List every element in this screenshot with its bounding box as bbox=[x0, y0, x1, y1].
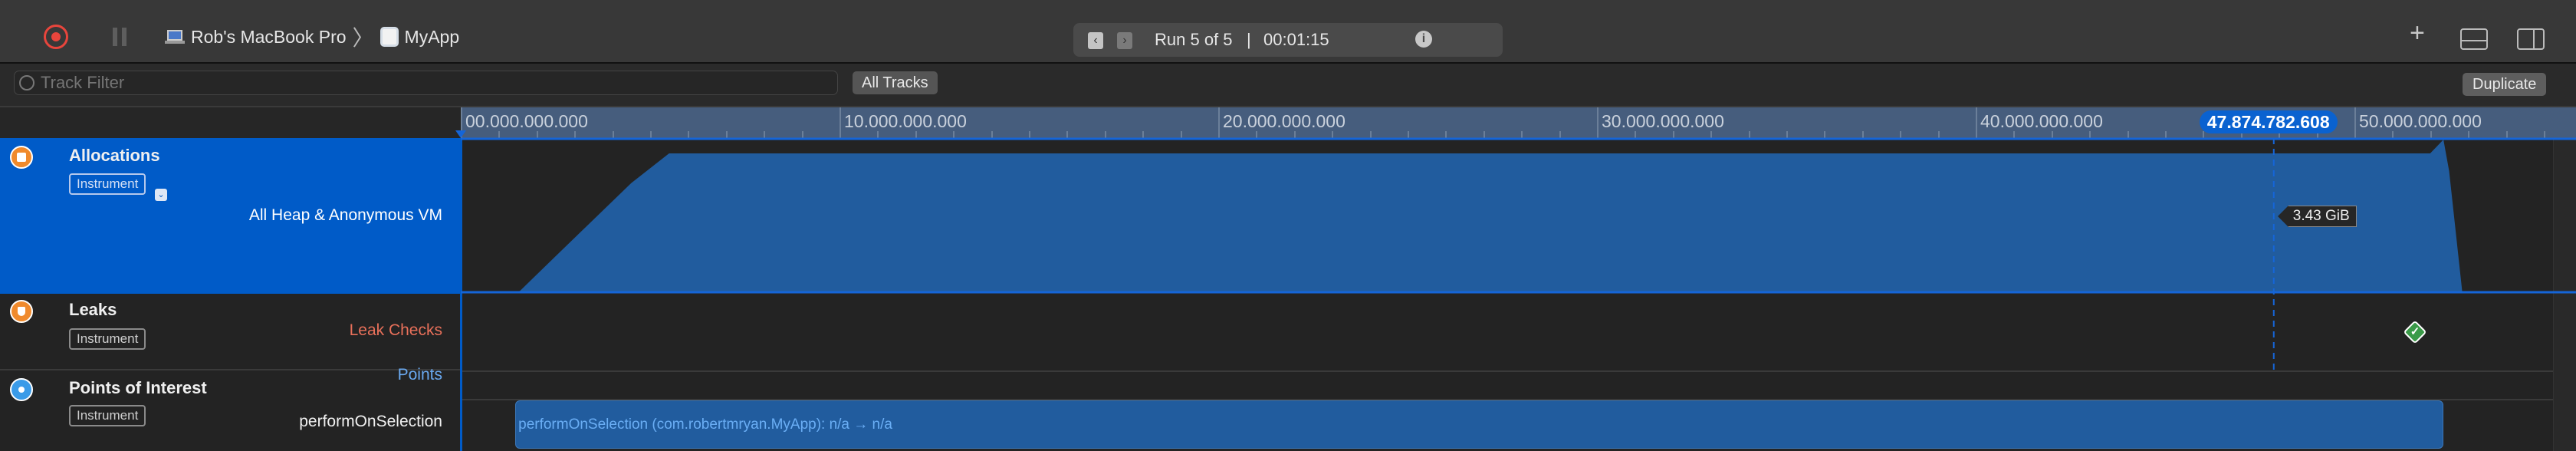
cursor-time-badge: 47.874.782.608 bbox=[2199, 110, 2338, 133]
value-tooltip-text: 3.43 GiB bbox=[2292, 208, 2350, 224]
poi-interval[interactable]: performOnSelection (com.robertmryan.MyAp… bbox=[515, 400, 2444, 449]
allocations-area bbox=[461, 139, 2463, 293]
poi-interval-label: performOnSelection (com.robertmryan.MyAp… bbox=[518, 416, 892, 433]
value-tooltip: 3.43 GiB bbox=[2287, 206, 2357, 227]
value-tooltip-arrow bbox=[2277, 206, 2288, 227]
allocations-graph[interactable] bbox=[0, 0, 2576, 451]
